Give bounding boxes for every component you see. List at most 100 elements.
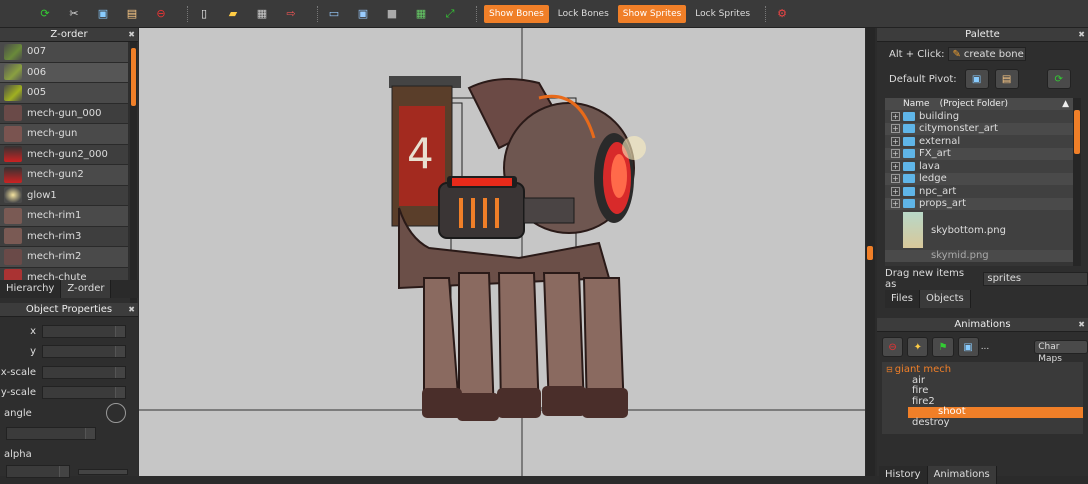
add-animation-button[interactable]: ✦	[907, 337, 929, 357]
expand-icon[interactable]: +	[891, 111, 900, 121]
column-name[interactable]: Name	[903, 99, 930, 109]
sort-icon[interactable]: ▲	[1062, 99, 1069, 109]
duplicate-animation-button[interactable]: ▣	[957, 337, 979, 357]
tree-file[interactable]: skybottom.png	[885, 210, 1073, 250]
file-tree-scrollbar[interactable]	[1073, 98, 1081, 266]
collapse-icon[interactable]: ⊟	[886, 365, 893, 374]
list-item[interactable]: 005	[0, 83, 128, 104]
expand-icon[interactable]: +	[891, 124, 900, 134]
animation-item[interactable]: fire2	[882, 396, 1083, 408]
list-item[interactable]: mech-gun2_000	[0, 144, 128, 165]
animation-tree[interactable]: ⊟ giant mech air fire fire2 shoot destroy	[882, 362, 1083, 434]
open-folder-icon[interactable]: ▰	[224, 5, 242, 23]
settings-icon[interactable]: ⚙	[773, 5, 791, 23]
stop-icon[interactable]: ■	[383, 5, 401, 23]
list-item[interactable]: 006	[0, 62, 128, 83]
show-sprites-button[interactable]: Show Sprites	[617, 4, 687, 23]
folder-icon	[903, 136, 915, 146]
refresh-button[interactable]: ⟳	[1046, 69, 1071, 89]
tab-animations[interactable]: Animations	[927, 466, 997, 484]
drag-type-select[interactable]: sprites	[983, 272, 1088, 286]
list-item[interactable]: mech-rim2	[0, 247, 128, 268]
more-icon[interactable]: ...	[981, 342, 991, 352]
expand-icon[interactable]: +	[891, 161, 900, 171]
tree-file[interactable]: skymid.png	[885, 250, 1073, 262]
tab-objects[interactable]: Objects	[919, 290, 971, 308]
tree-folder[interactable]: + external	[885, 135, 1073, 148]
default-pivot-label: Default Pivot:	[889, 73, 957, 85]
canvas-scene[interactable]: 4	[139, 28, 865, 476]
tree-folder[interactable]: + FX_art	[885, 147, 1073, 160]
show-bones-button[interactable]: Show Bones	[484, 4, 549, 23]
tree-folder[interactable]: + props_art	[885, 197, 1073, 210]
pivot-paste-button[interactable]: ▤	[994, 69, 1019, 89]
zorder-scrollbar[interactable]	[130, 42, 137, 307]
y-scale-input[interactable]	[42, 386, 126, 400]
x-input[interactable]	[42, 324, 126, 338]
y-input[interactable]	[42, 345, 126, 359]
folder-label: external	[919, 135, 961, 147]
tree-folder[interactable]: + lava	[885, 160, 1073, 173]
close-icon[interactable]: ✖	[128, 28, 135, 42]
scrollbar-thumb[interactable]	[1074, 110, 1080, 154]
list-item-label: glow1	[27, 189, 57, 201]
refresh-icon[interactable]: ⟳	[36, 5, 54, 23]
delete-icon[interactable]: ⊖	[152, 5, 170, 23]
alpha-slider[interactable]	[78, 468, 128, 475]
calendar-icon[interactable]: ▦	[412, 5, 430, 23]
list-item[interactable]: glow1	[0, 185, 128, 206]
tree-folder[interactable]: + ledge	[885, 172, 1073, 185]
create-bone-field[interactable]: ✎ create bone	[948, 47, 1027, 61]
tab-hierarchy[interactable]: Hierarchy	[0, 280, 62, 298]
list-item[interactable]: mech-gun_000	[0, 103, 128, 124]
tree-folder[interactable]: + building	[885, 110, 1073, 123]
expand-icon[interactable]: +	[891, 174, 900, 184]
property-label: x	[30, 325, 36, 337]
tab-zorder[interactable]: Z-order	[61, 280, 112, 298]
expand-icon[interactable]: +	[891, 136, 900, 146]
scissors-icon[interactable]: ✂	[65, 5, 83, 23]
new-file-icon[interactable]: ▯	[195, 5, 213, 23]
folder-icon	[903, 174, 915, 184]
tree-folder[interactable]: + npc_art	[885, 185, 1073, 198]
list-item[interactable]: mech-rim1	[0, 206, 128, 227]
lock-bones-button[interactable]: Lock Bones	[553, 5, 614, 23]
lock-sprites-button[interactable]: Lock Sprites	[690, 5, 755, 23]
close-icon[interactable]: ✖	[1078, 28, 1085, 42]
expand-icon[interactable]: +	[891, 199, 900, 209]
monitor-icon[interactable]: ▣	[354, 5, 372, 23]
pivot-copy-button[interactable]: ▣	[964, 69, 989, 89]
list-item[interactable]: mech-gun2	[0, 165, 128, 186]
expand-icon[interactable]: +	[891, 149, 900, 159]
export-icon[interactable]: ⇨	[282, 5, 300, 23]
close-icon[interactable]: ✖	[128, 303, 135, 317]
zorder-list[interactable]: 007 006 005 mech-gun_000 mech-gun mech-g…	[0, 42, 128, 307]
editor-canvas[interactable]: 4	[139, 28, 865, 476]
file-tree[interactable]: Name (Project Folder) ▲ + building + citym…	[885, 98, 1073, 266]
tab-files[interactable]: Files	[885, 290, 920, 308]
x-scale-input[interactable]	[42, 365, 126, 379]
tree-folder[interactable]: + citymonster_art	[885, 122, 1073, 135]
paste-icon[interactable]: ▤	[123, 5, 141, 23]
sprite-thumbnail	[4, 105, 22, 122]
list-item[interactable]: mech-gun	[0, 124, 128, 145]
animation-item[interactable]: destroy	[882, 417, 1083, 429]
canvas-scrollbar[interactable]	[866, 28, 875, 476]
angle-dial[interactable]	[106, 403, 126, 423]
alpha-input[interactable]	[6, 465, 70, 478]
remove-animation-button[interactable]: ⊖	[882, 337, 904, 357]
copy-icon[interactable]: ▣	[94, 5, 112, 23]
scrollbar-thumb[interactable]	[867, 246, 873, 260]
list-item[interactable]: 007	[0, 42, 128, 63]
angle-input[interactable]	[6, 427, 96, 441]
tab-history[interactable]: History	[879, 466, 928, 484]
list-item[interactable]: mech-rim3	[0, 226, 128, 247]
close-icon[interactable]: ✖	[1078, 318, 1085, 332]
rename-animation-button[interactable]: ⚑	[932, 337, 954, 357]
expand-icon[interactable]: +	[891, 186, 900, 196]
save-icon[interactable]: ▦	[253, 5, 271, 23]
window-icon[interactable]: ▭	[325, 5, 343, 23]
fullscreen-icon[interactable]: ⤢	[441, 5, 459, 23]
char-maps-button[interactable]: Char Maps	[1034, 340, 1088, 364]
scrollbar-thumb[interactable]	[131, 48, 136, 106]
